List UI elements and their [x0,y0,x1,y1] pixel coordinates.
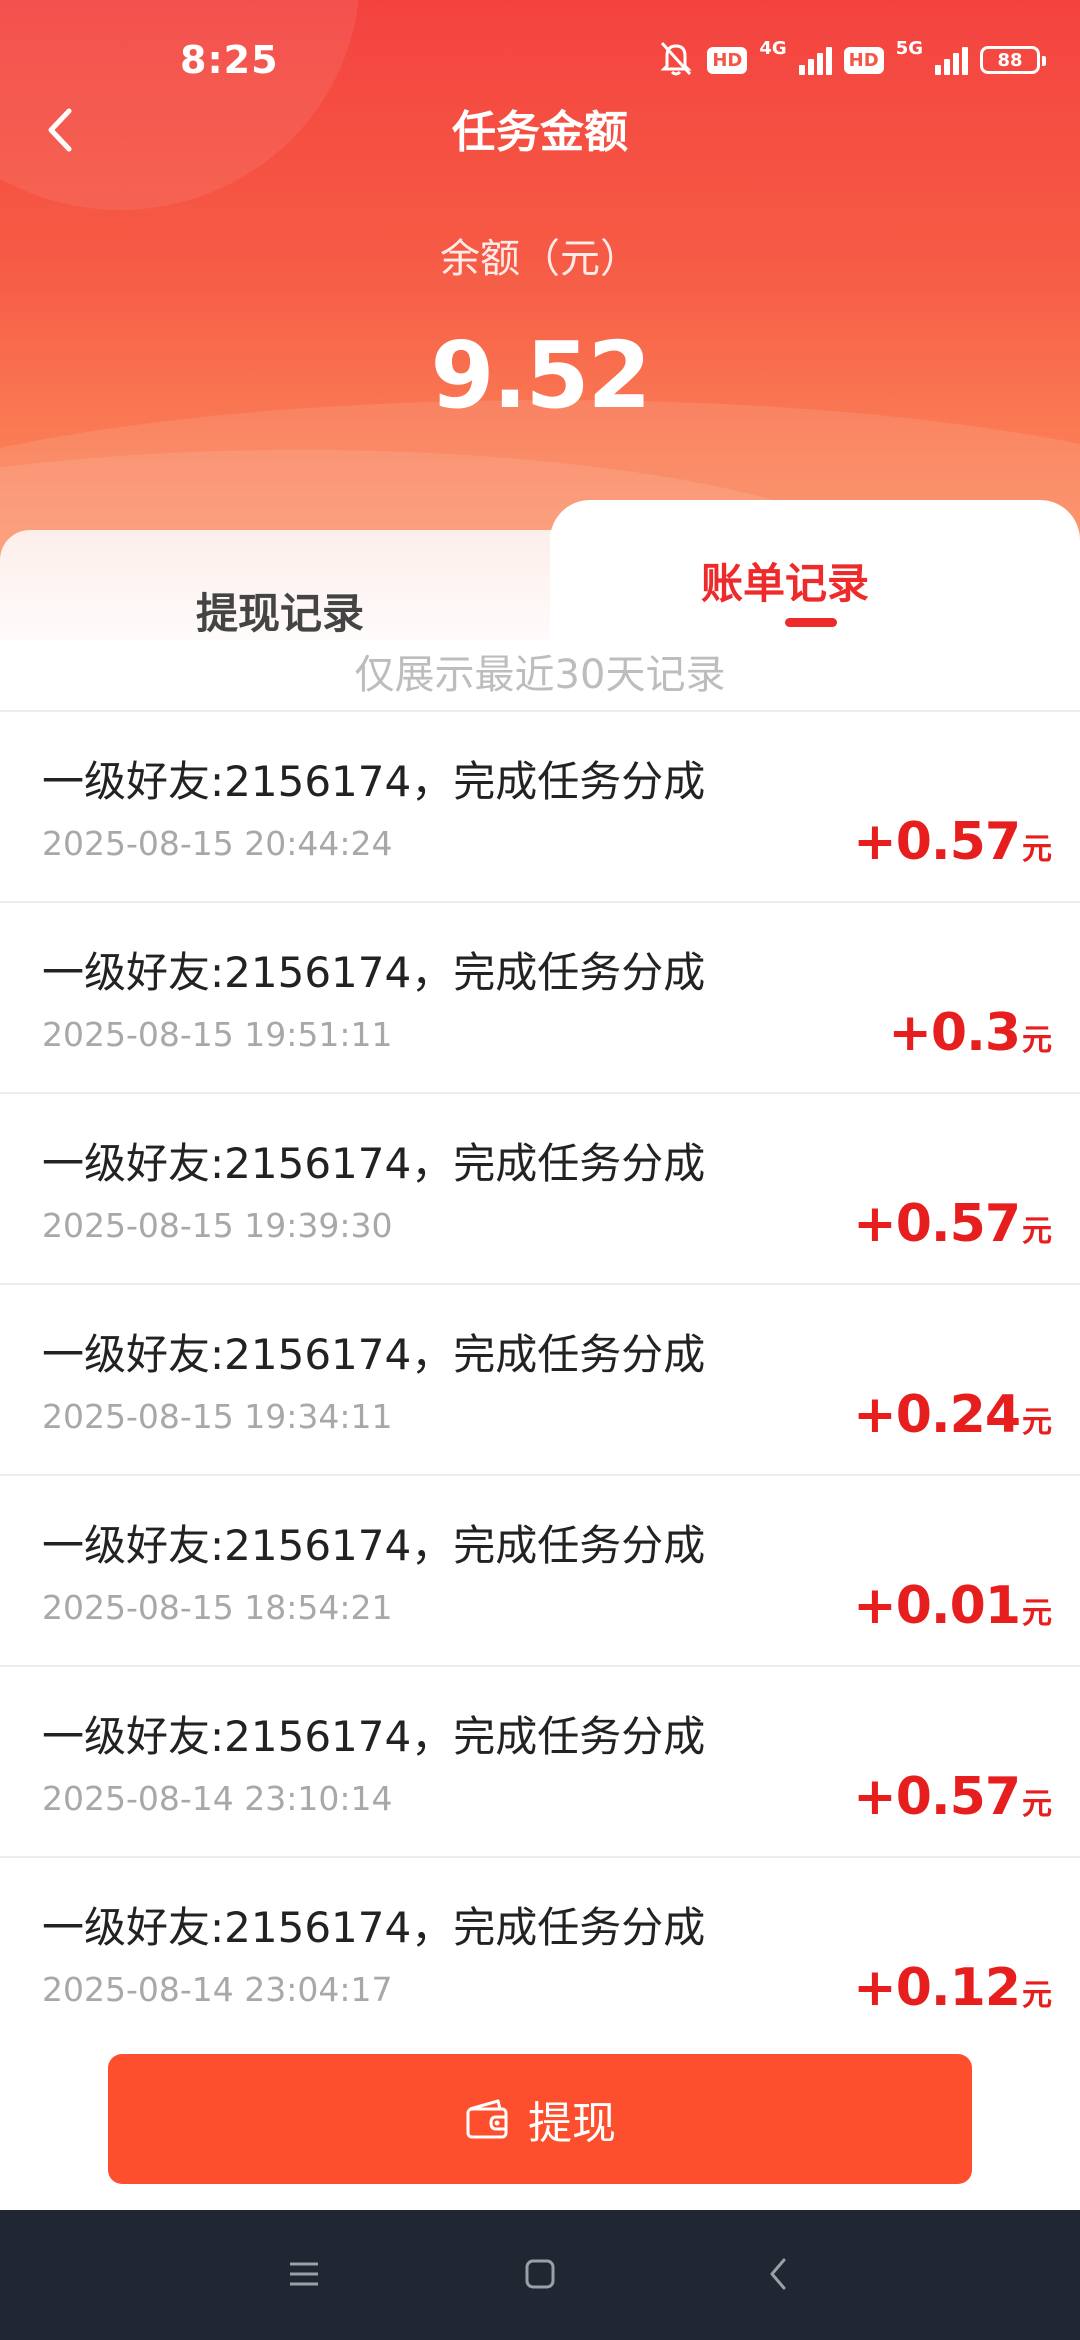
network-type: 5G [895,37,923,59]
wallet-icon [466,2099,508,2139]
records-hint: 仅展示最近30天记录 [354,652,726,698]
amount-unit: 元 [1022,1787,1052,1822]
list-item[interactable]: 一级好友:2156174，完成任务分成 2025-08-15 19:39:30 … [0,1092,1080,1283]
record-amount: +0.57 元 [853,1767,1052,1827]
tab-withdraw-records[interactable]: 提现记录 [0,530,560,640]
amount-unit: 元 [1022,1214,1052,1249]
list-item[interactable]: 一级好友:2156174，完成任务分成 2025-08-15 20:44:24 … [0,710,1080,901]
amount-value: +0.57 [853,1767,1021,1827]
nav-back-button[interactable] [748,2244,808,2304]
record-amount: +0.3 元 [888,1003,1052,1063]
header-banner: 8:25 HD 4G HD 5G 88 任务金额 余额（元） 9.52 提现记录… [0,0,1080,640]
signal-icon [798,45,832,75]
status-time: 8:25 [180,38,279,82]
status-icons: HD 4G HD 5G 88 [657,36,1046,84]
hd-badge: HD [843,46,884,74]
network-type: 4G [759,37,787,59]
record-time: 2025-08-14 23:04:17 [42,1970,393,2009]
list-item[interactable]: 一级好友:2156174，完成任务分成 2025-08-14 23:10:14 … [0,1665,1080,1856]
amount-unit: 元 [1022,1405,1052,1440]
chevron-left-icon [770,2258,786,2290]
record-time: 2025-08-15 18:54:21 [42,1588,393,1627]
mute-bell-icon [657,38,695,82]
amount-value: +0.3 [888,1003,1021,1063]
system-nav-bar [0,2210,1080,2340]
record-time: 2025-08-15 19:51:11 [42,1015,393,1054]
menu-icon [290,2262,318,2286]
amount-value: +0.01 [853,1576,1021,1636]
amount-unit: 元 [1022,832,1052,867]
amount-unit: 元 [1022,1596,1052,1631]
record-amount: +0.01 元 [853,1576,1052,1636]
balance-label: 余额（元） [440,236,640,282]
list-item[interactable]: 一级好友:2156174，完成任务分成 2025-08-15 19:34:11 … [0,1283,1080,1474]
battery-icon: 88 [980,46,1046,74]
amount-value: +0.57 [853,812,1021,872]
record-title: 一级好友:2156174，完成任务分成 [42,1521,706,1570]
record-time: 2025-08-14 23:10:14 [42,1779,393,1818]
list-item[interactable]: 一级好友:2156174，完成任务分成 2025-08-15 19:51:11 … [0,901,1080,1092]
record-title: 一级好友:2156174，完成任务分成 [42,1330,706,1379]
list-item[interactable]: 一级好友:2156174，完成任务分成 2025-08-15 18:54:21 … [0,1474,1080,1665]
record-title: 一级好友:2156174，完成任务分成 [42,757,706,806]
home-square-icon [525,2259,555,2289]
page-title: 任务金额 [452,107,628,158]
amount-unit: 元 [1022,1023,1052,1058]
tab-bar: 提现记录 账单记录 [0,500,1080,640]
withdraw-button[interactable]: 提现 [108,2054,972,2184]
record-time: 2025-08-15 20:44:24 [42,824,393,863]
amount-unit: 元 [1022,1978,1052,2013]
record-time: 2025-08-15 19:34:11 [42,1397,393,1436]
record-title: 一级好友:2156174，完成任务分成 [42,1139,706,1188]
balance-value: 9.52 [430,322,652,429]
record-title: 一级好友:2156174，完成任务分成 [42,1712,706,1761]
amount-value: +0.12 [853,1958,1021,2018]
record-amount: +0.12 元 [853,1958,1052,2018]
hd-badge: HD [707,46,748,74]
withdraw-button-label: 提现 [528,2098,616,2149]
signal-icon [935,45,968,75]
record-title: 一级好友:2156174，完成任务分成 [42,948,706,997]
battery-level: 88 [997,49,1023,71]
tab-label: 提现记录 [195,589,364,638]
tab-label: 账单记录 [700,559,869,608]
record-amount: +0.57 元 [853,812,1052,872]
record-list: 一级好友:2156174，完成任务分成 2025-08-15 20:44:24 … [0,710,1080,2047]
record-title: 一级好友:2156174，完成任务分成 [42,1903,706,1952]
tab-active-indicator [785,618,837,627]
amount-value: +0.57 [853,1194,1021,1254]
nav-home-button[interactable] [510,2244,570,2304]
record-time: 2025-08-15 19:39:30 [42,1206,393,1245]
record-amount: +0.24 元 [853,1385,1052,1445]
nav-menu-button[interactable] [274,2244,334,2304]
record-amount: +0.57 元 [853,1194,1052,1254]
list-item[interactable]: 一级好友:2156174，完成任务分成 2025-08-14 23:04:17 … [0,1856,1080,2047]
tab-bill-records[interactable]: 账单记录 [550,500,1080,640]
amount-value: +0.24 [853,1385,1021,1445]
